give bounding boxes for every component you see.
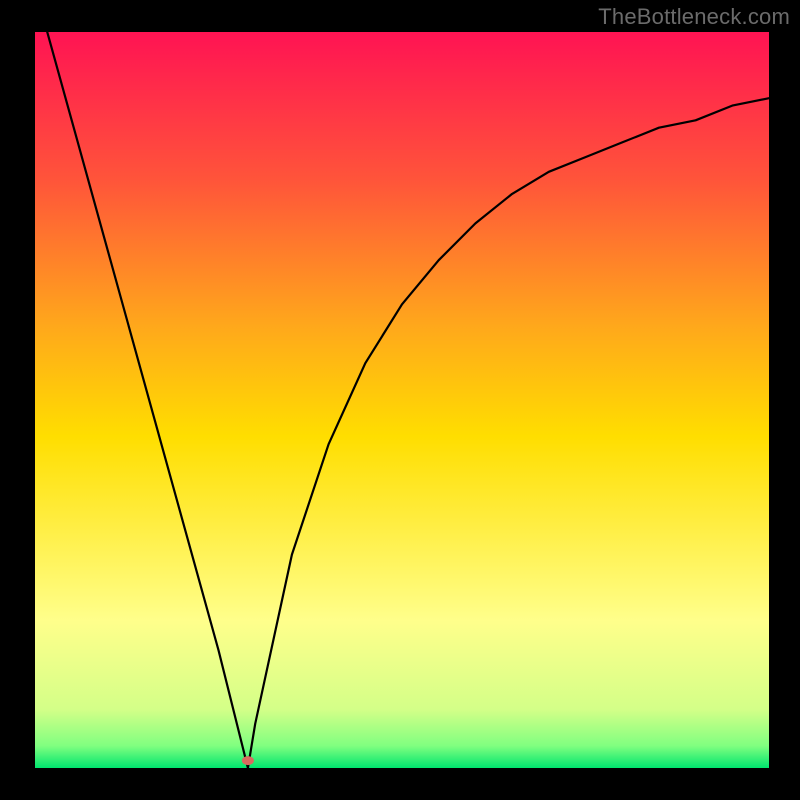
min-marker — [242, 756, 254, 765]
bottleneck-chart — [0, 0, 800, 800]
attribution-text: TheBottleneck.com — [598, 4, 790, 30]
plot-background — [35, 32, 769, 768]
chart-container: TheBottleneck.com — [0, 0, 800, 800]
